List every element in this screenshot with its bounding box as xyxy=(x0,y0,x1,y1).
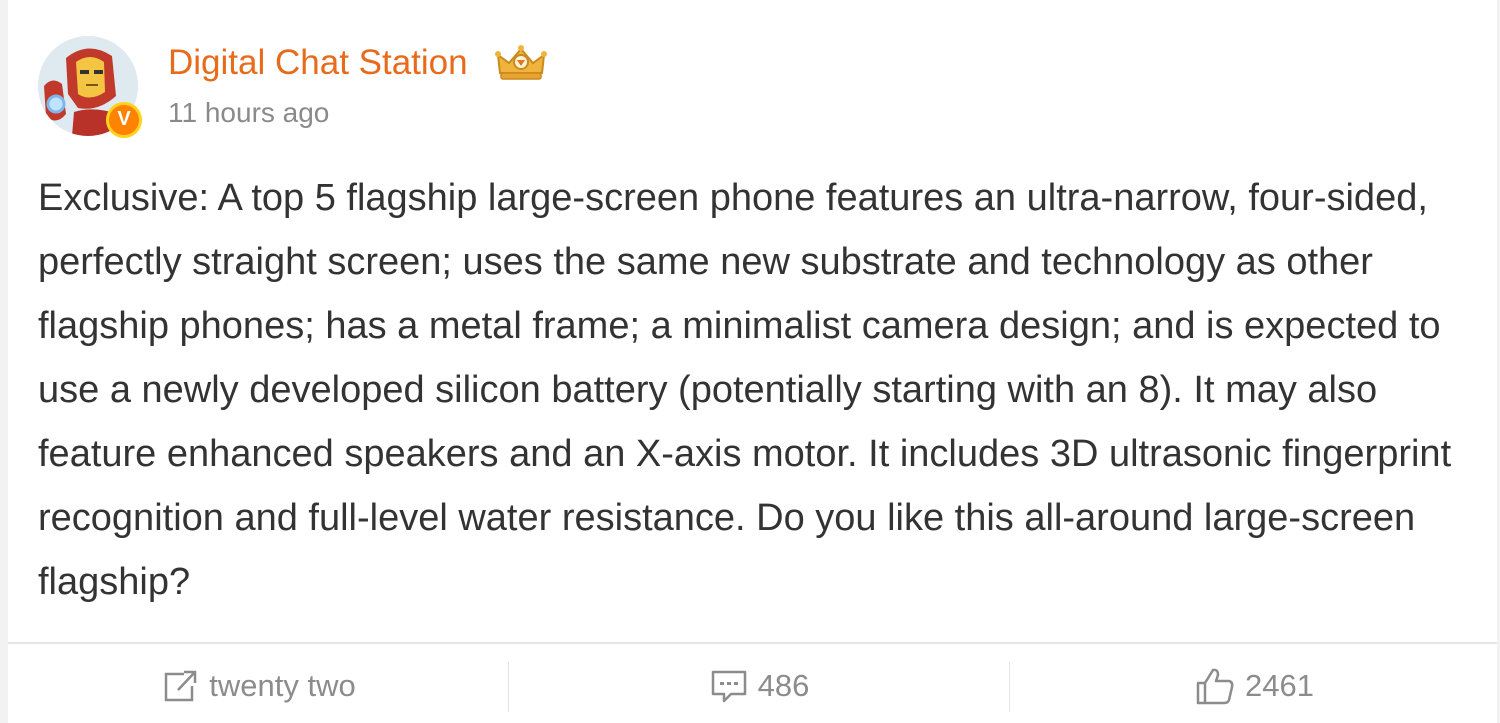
verified-badge: V xyxy=(106,102,142,138)
like-button[interactable]: 2461 xyxy=(1010,656,1498,716)
crown-icon xyxy=(494,43,548,83)
author-name[interactable]: Digital Chat Station xyxy=(168,42,468,84)
left-border xyxy=(0,0,8,723)
repost-button[interactable]: twenty two xyxy=(8,656,508,716)
like-count: 2461 xyxy=(1245,668,1314,703)
action-divider xyxy=(8,642,1497,644)
comment-icon xyxy=(711,670,746,703)
share-icon xyxy=(165,670,197,702)
post-body-text: Exclusive: A top 5 flagship large-screen… xyxy=(38,177,1452,603)
post-timestamp[interactable]: 11 hours ago xyxy=(168,96,329,130)
weibo-post-card: V Digital Chat Station 11 hours ago Excl… xyxy=(0,0,1500,723)
comment-button[interactable]: 486 xyxy=(509,656,1009,716)
thumbs-up-icon xyxy=(1196,668,1234,705)
repost-count: twenty two xyxy=(209,668,356,703)
comment-count: 486 xyxy=(757,668,810,703)
author-avatar[interactable]: V xyxy=(38,36,142,138)
